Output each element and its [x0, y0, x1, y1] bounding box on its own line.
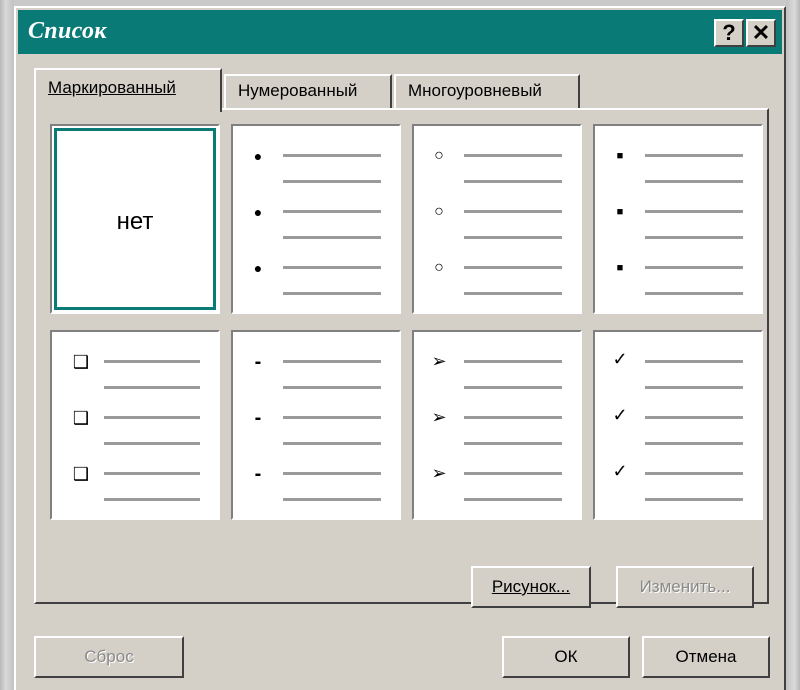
- text-line: [464, 472, 562, 475]
- text-line: [464, 442, 562, 445]
- text-line: [464, 266, 562, 269]
- text-line: [464, 416, 562, 419]
- arrowhead-bullet-icon: ➢: [431, 463, 447, 483]
- dash-bullet-icon: -: [254, 407, 262, 429]
- text-line: [283, 266, 381, 269]
- checkmark-bullet-icon: ✓: [612, 461, 628, 481]
- tab-numbered-label: Нумерованный: [238, 81, 358, 100]
- style-cell-square[interactable]: ■ ■ ■: [593, 124, 763, 314]
- text-line: [645, 416, 743, 419]
- text-line: [645, 386, 743, 389]
- reset-button: Сброс: [34, 636, 184, 678]
- filled-circle-bullet-icon: ●: [253, 260, 263, 276]
- text-line: [104, 416, 200, 419]
- text-line: [645, 360, 743, 363]
- tab-multilevel-label: Многоуровневый: [408, 81, 542, 100]
- square-bullet-icon: ■: [616, 150, 624, 162]
- text-line: [464, 236, 562, 239]
- title-bar[interactable]: Список ? ✕: [18, 10, 782, 54]
- tab-bulleted[interactable]: Маркированный: [34, 68, 222, 112]
- text-line: [283, 442, 381, 445]
- text-line: [283, 472, 381, 475]
- text-line: [283, 180, 381, 183]
- tab-multilevel[interactable]: Многоуровневый: [394, 74, 580, 110]
- tab-panel: нет ● ● ● ○ ○ ○ ■ ■ ■ ❑ ❑ ❑ - - - ➢ ➢ ➢ …: [34, 108, 769, 608]
- text-line: [464, 154, 562, 157]
- picture-button[interactable]: Рисунок...: [471, 566, 591, 608]
- desktop-background-left: [0, 0, 14, 690]
- text-line: [645, 210, 743, 213]
- text-line: [283, 292, 381, 295]
- text-line: [464, 210, 562, 213]
- help-button[interactable]: ?: [714, 19, 744, 47]
- style-cell-checkmark[interactable]: ✓ ✓ ✓: [593, 330, 763, 520]
- square-bullet-icon: ■: [616, 206, 624, 218]
- bullets-dialog: Список ? ✕ Маркированный Нумерованный Мн…: [14, 6, 786, 690]
- filled-circle-bullet-icon: ●: [253, 148, 263, 164]
- checkbox-bullet-icon: ❑: [72, 352, 90, 372]
- desktop-background-right: [786, 0, 800, 690]
- text-line: [464, 292, 562, 295]
- hollow-circle-bullet-icon: ○: [434, 147, 444, 164]
- style-cell-arrowhead[interactable]: ➢ ➢ ➢: [412, 330, 582, 520]
- hollow-circle-bullet-icon: ○: [434, 259, 444, 276]
- checkbox-bullet-icon: ❑: [72, 464, 90, 484]
- arrowhead-bullet-icon: ➢: [431, 407, 447, 427]
- picture-button-label: Рисунок...: [491, 577, 571, 596]
- text-line: [104, 498, 200, 501]
- text-line: [464, 180, 562, 183]
- modify-button: Изменить...: [616, 566, 754, 608]
- ok-button[interactable]: ОК: [502, 636, 630, 678]
- text-line: [283, 154, 381, 157]
- text-line: [645, 154, 743, 157]
- text-line: [645, 180, 743, 183]
- dash-bullet-icon: -: [254, 463, 262, 485]
- style-cell-none[interactable]: нет: [50, 124, 220, 314]
- text-line: [283, 386, 381, 389]
- text-line: [104, 386, 200, 389]
- checkbox-bullet-icon: ❑: [72, 408, 90, 428]
- checkmark-bullet-icon: ✓: [612, 349, 628, 369]
- style-cell-dash[interactable]: - - -: [231, 330, 401, 520]
- style-cell-hollow-circle[interactable]: ○ ○ ○: [412, 124, 582, 314]
- text-line: [283, 360, 381, 363]
- text-line: [464, 386, 562, 389]
- close-button[interactable]: ✕: [746, 19, 776, 47]
- text-line: [645, 442, 743, 445]
- text-line: [645, 236, 743, 239]
- filled-circle-bullet-icon: ●: [253, 204, 263, 220]
- tab-bulleted-label: Маркированный: [48, 78, 176, 97]
- cancel-button[interactable]: Отмена: [642, 636, 770, 678]
- style-cell-checkbox[interactable]: ❑ ❑ ❑: [50, 330, 220, 520]
- checkmark-bullet-icon: ✓: [612, 405, 628, 425]
- hollow-circle-bullet-icon: ○: [434, 203, 444, 220]
- style-cell-filled-circle[interactable]: ● ● ●: [231, 124, 401, 314]
- text-line: [283, 210, 381, 213]
- text-line: [645, 472, 743, 475]
- text-line: [283, 236, 381, 239]
- text-line: [645, 292, 743, 295]
- dash-bullet-icon: -: [254, 351, 262, 373]
- text-line: [645, 266, 743, 269]
- text-line: [283, 498, 381, 501]
- text-line: [104, 360, 200, 363]
- text-line: [645, 498, 743, 501]
- dialog-title: Список: [28, 18, 107, 44]
- text-line: [104, 442, 200, 445]
- tab-numbered[interactable]: Нумерованный: [224, 74, 392, 110]
- text-line: [283, 416, 381, 419]
- text-line: [104, 472, 200, 475]
- style-none-label: нет: [116, 208, 154, 235]
- text-line: [464, 360, 562, 363]
- arrowhead-bullet-icon: ➢: [431, 351, 447, 371]
- square-bullet-icon: ■: [616, 262, 624, 274]
- text-line: [464, 498, 562, 501]
